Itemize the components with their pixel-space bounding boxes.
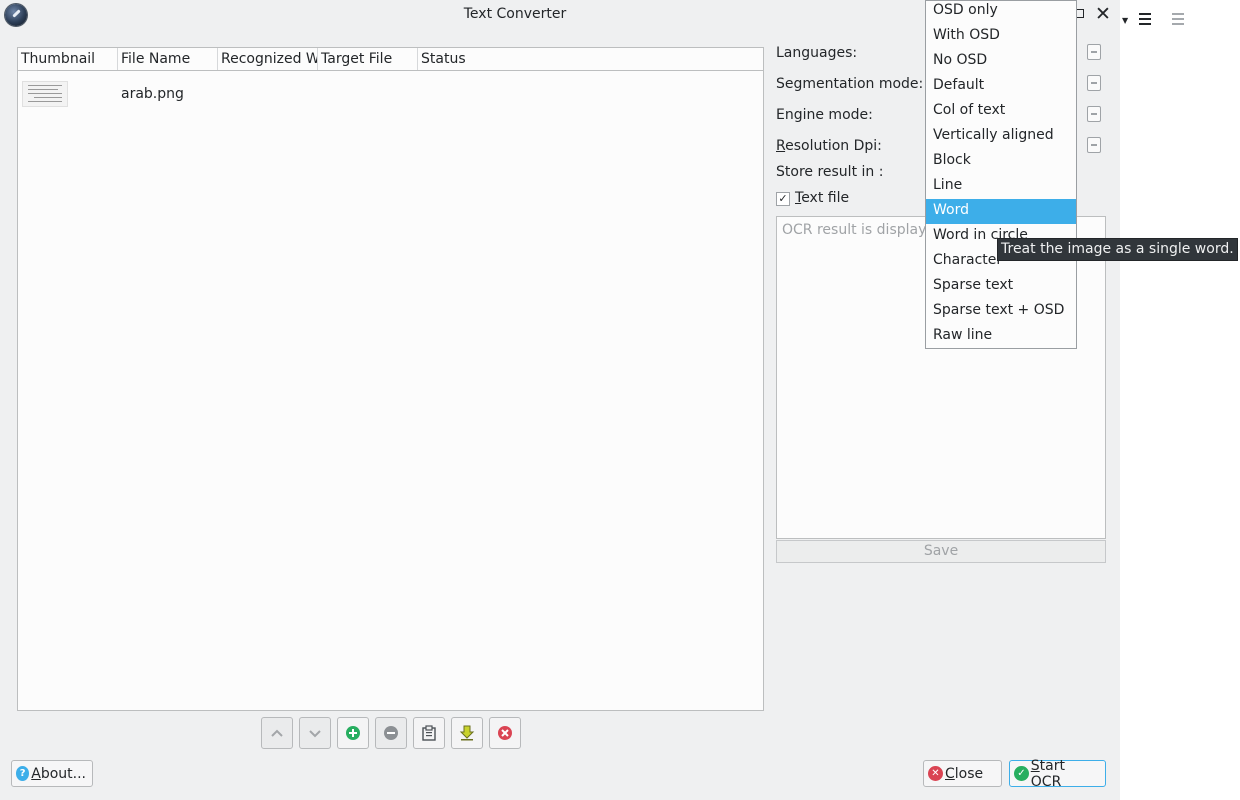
reset-resolution-icon[interactable] <box>1087 137 1101 153</box>
desktop-background <box>1120 0 1240 800</box>
start-ocr-button[interactable]: ✓ Start OCR <box>1009 758 1106 790</box>
dropdown-option[interactable]: No OSD <box>926 49 1076 74</box>
start-ocr-button-label: Start OCR <box>1031 758 1099 790</box>
dropdown-option[interactable]: Block <box>926 149 1076 174</box>
dropdown-option[interactable]: OSD only <box>926 0 1076 24</box>
column-header-status[interactable]: Status <box>418 48 763 70</box>
text-file-label-text: ext file <box>801 190 850 206</box>
remove-file-button[interactable] <box>375 717 407 749</box>
column-header-target-file[interactable]: Target File <box>318 48 418 70</box>
dropdown-option[interactable]: Word <box>926 199 1076 224</box>
close-mnemonic: C <box>945 765 955 782</box>
ocr-result-placeholder: OCR result is displaye <box>782 222 935 238</box>
dropdown-option[interactable]: With OSD <box>926 24 1076 49</box>
dropdown-option[interactable]: Line <box>926 174 1076 199</box>
close-button[interactable]: ✕ Close <box>923 760 1002 787</box>
about-button-label: About... <box>31 766 86 782</box>
close-label-text: lose <box>954 765 984 782</box>
paste-icon <box>422 725 436 741</box>
reset-engine-icon[interactable] <box>1087 106 1101 122</box>
window-title: Text Converter <box>463 6 567 22</box>
column-header-thumbnail[interactable]: Thumbnail <box>18 48 118 70</box>
file-name-cell[interactable]: arab.png <box>121 86 184 102</box>
download-icon <box>459 725 475 741</box>
tooltip: Treat the image as a single word. <box>997 238 1238 261</box>
dropdown-option[interactable]: Raw line <box>926 324 1076 349</box>
resolution-dpi-label: Resolution Dpi: <box>776 138 882 154</box>
dropdown-option[interactable]: Default <box>926 74 1076 99</box>
column-header-file-name[interactable]: File Name <box>118 48 218 70</box>
remove-icon <box>384 726 398 740</box>
close-window-button[interactable]: ✕ <box>1095 4 1111 24</box>
about-mnemonic: A <box>31 765 41 782</box>
save-button[interactable]: Save <box>776 540 1106 563</box>
segmentation-mode-dropdown[interactable]: OSD only With OSD No OSD Default Col of text… <box>925 0 1077 349</box>
column-header-recognized[interactable]: Recognized W <box>218 48 318 70</box>
close-button-label: Close <box>945 766 983 782</box>
start-mnemonic: S <box>1030 757 1040 774</box>
clear-list-button[interactable] <box>489 717 521 749</box>
thumbnail-image[interactable] <box>22 81 68 107</box>
engine-mode-label: Engine mode: <box>776 107 873 123</box>
about-label-text: bout... <box>40 765 86 782</box>
dropdown-option[interactable]: Col of text <box>926 99 1076 124</box>
table-header: Thumbnail File Name Recognized W Target … <box>18 48 763 71</box>
paste-button[interactable] <box>413 717 445 749</box>
clear-icon <box>498 726 512 740</box>
resolution-label-text: esolution Dpi: <box>785 138 882 154</box>
sort-order-icon[interactable] <box>1139 13 1159 33</box>
file-table[interactable]: Thumbnail File Name Recognized W Target … <box>17 47 764 711</box>
reset-segmentation-icon[interactable] <box>1087 75 1101 91</box>
text-file-label[interactable]: Text file <box>795 190 849 206</box>
reset-languages-icon[interactable] <box>1087 44 1101 60</box>
store-result-label: Store result in : <box>776 164 884 180</box>
move-up-button[interactable] <box>261 717 293 749</box>
languages-label: Languages: <box>776 45 858 61</box>
dropdown-option[interactable]: Vertically aligned <box>926 124 1076 149</box>
close-icon: ✕ <box>928 766 943 781</box>
help-icon: ? <box>16 766 30 781</box>
move-down-button[interactable] <box>299 717 331 749</box>
segmentation-mode-label: Segmentation mode: <box>776 76 924 92</box>
text-file-checkbox[interactable]: ✓ <box>776 192 790 206</box>
resolution-mnemonic: R <box>776 138 786 154</box>
sort-order-disabled-icon <box>1172 13 1192 33</box>
download-button[interactable] <box>451 717 483 749</box>
add-file-button[interactable] <box>337 717 369 749</box>
move-down-icon <box>309 730 321 738</box>
dropdown-option[interactable]: Sparse text + OSD <box>926 299 1076 324</box>
move-up-icon <box>271 729 283 737</box>
about-button[interactable]: ? About... <box>11 760 93 787</box>
dropdown-option[interactable]: Sparse text <box>926 274 1076 299</box>
add-icon <box>346 726 360 740</box>
check-icon: ✓ <box>1014 766 1029 781</box>
chevron-down-icon[interactable]: ▼ <box>1122 16 1128 25</box>
